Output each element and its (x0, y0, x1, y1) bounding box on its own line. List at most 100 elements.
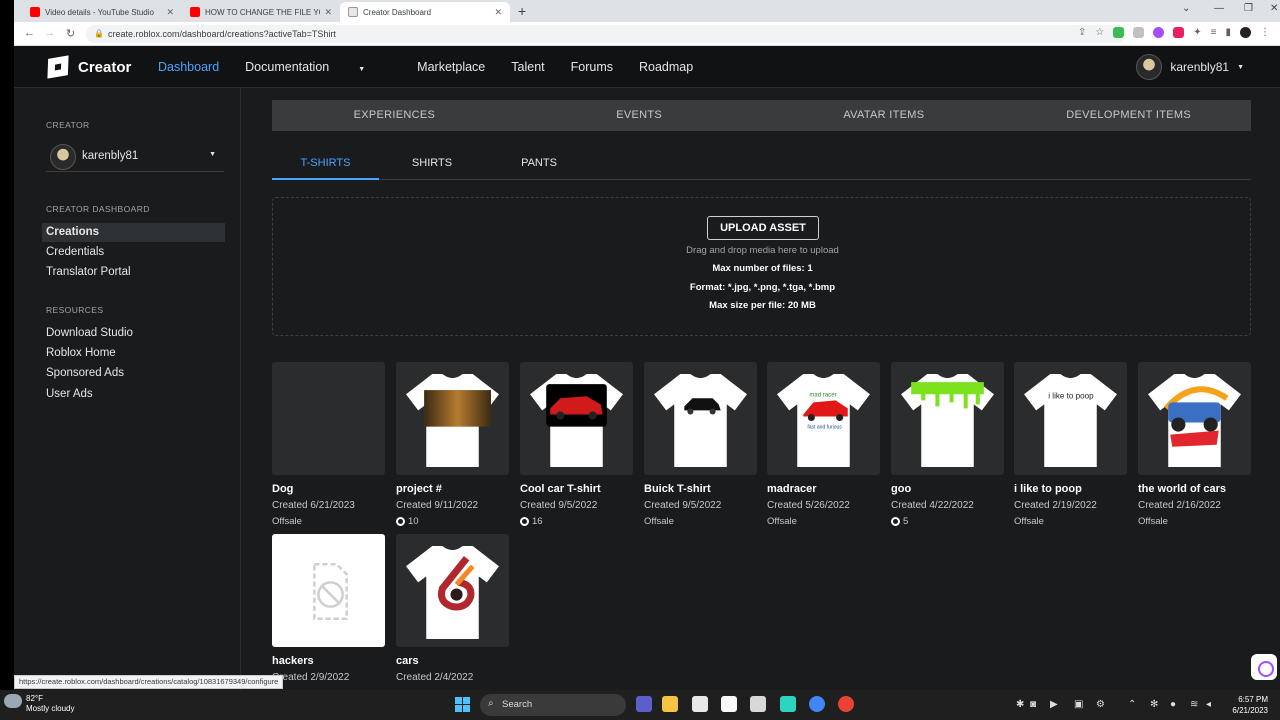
volume-icon[interactable]: ◂ (1206, 699, 1211, 710)
item-name[interactable]: hackers (272, 655, 385, 667)
item-thumbnail[interactable] (644, 362, 757, 475)
reading-list-icon[interactable]: ≡ (1211, 27, 1217, 38)
tab-search-icon[interactable]: ⌄ (1182, 3, 1190, 14)
sidebar-item-user-ads[interactable]: User Ads (42, 385, 225, 404)
camera-icon[interactable]: ◙ (1030, 699, 1036, 710)
sidebar-item-roblox-home[interactable]: Roblox Home (42, 344, 225, 363)
assistant-button[interactable] (1251, 654, 1277, 680)
app-icon[interactable] (692, 696, 708, 712)
tab-pants[interactable]: PANTS (494, 148, 584, 180)
creation-card-project[interactable]: project # Created 9/11/2022 10 (396, 362, 509, 527)
extension-icon[interactable] (1173, 27, 1185, 38)
chevron-up-icon[interactable]: ⌃ (1128, 699, 1136, 710)
back-arrow-icon[interactable]: ← (24, 27, 35, 39)
tab-events[interactable]: EVENTS (517, 100, 762, 131)
tab-t-shirts[interactable]: T-SHIRTS (272, 148, 379, 180)
app-icon[interactable] (780, 696, 796, 712)
weather-icon[interactable] (4, 694, 22, 708)
url-field[interactable]: 🔒 create.roblox.com/dashboard/creations?… (86, 25, 1126, 43)
item-thumbnail[interactable] (891, 362, 1004, 475)
reload-icon[interactable]: ↻ (66, 27, 75, 40)
item-name[interactable]: Buick T-shirt (644, 483, 757, 495)
browser-tab-youtube-studio[interactable]: Video details - YouTube Studio ✕ (22, 2, 182, 22)
taskbar-search[interactable]: ⌕ Search (480, 694, 626, 716)
creation-card-madracer[interactable]: mad racer fast and furious madracer Crea… (767, 362, 880, 527)
creation-card-hackers[interactable]: hackers Created 2/9/2022 (272, 534, 385, 683)
sidebar-item-download-studio[interactable]: Download Studio (42, 324, 225, 343)
item-thumbnail[interactable] (520, 362, 633, 475)
item-thumbnail[interactable] (1138, 362, 1251, 475)
tray-app-icon[interactable]: ✱ (1016, 699, 1024, 710)
nav-marketplace[interactable]: Marketplace (417, 60, 485, 74)
wifi-icon[interactable]: ≋ (1190, 699, 1198, 710)
sidebar-item-translator-portal[interactable]: Translator Portal (42, 263, 225, 282)
nav-talent[interactable]: Talent (511, 60, 544, 74)
item-name[interactable]: madracer (767, 483, 880, 495)
item-name[interactable]: the world of cars (1138, 483, 1251, 495)
tab-development-items[interactable]: DEVELOPMENT ITEMS (1006, 100, 1251, 131)
windows-start-icon[interactable] (455, 697, 470, 712)
profile-avatar[interactable] (1240, 27, 1251, 38)
sidebar-item-sponsored-ads[interactable]: Sponsored Ads (42, 364, 225, 383)
puzzle-icon[interactable]: ✦ (1193, 27, 1201, 38)
settings-icon[interactable]: ⚙ (1096, 699, 1105, 710)
weather-widget[interactable]: 82°F Mostly cloudy (26, 694, 74, 714)
close-window-button[interactable]: ✕ (1270, 3, 1278, 14)
forward-arrow-icon[interactable]: → (44, 27, 55, 39)
nav-forums[interactable]: Forums (571, 60, 613, 74)
sidebar-icon[interactable]: ▮ (1225, 27, 1231, 38)
browser-tab-how-to[interactable]: HOW TO CHANGE THE FILE YOU... ✕ (182, 2, 340, 22)
menu-icon[interactable]: ⋮ (1260, 27, 1270, 38)
video-icon[interactable]: ▶ (1050, 699, 1058, 710)
tab-experiences[interactable]: EXPERIENCES (272, 100, 517, 131)
item-thumbnail[interactable] (272, 534, 385, 647)
creator-selector[interactable]: karenbly81 ▼ (46, 142, 224, 172)
close-icon[interactable]: ✕ (324, 7, 332, 18)
item-thumbnail[interactable] (396, 534, 509, 647)
brand-name[interactable]: Creator (78, 59, 131, 76)
creation-card-cars[interactable]: cars Created 2/4/2022 (396, 534, 509, 683)
creation-card-cool-car[interactable]: Cool car T-shirt Created 9/5/2022 16 (520, 362, 633, 527)
roblox-logo-icon[interactable] (47, 55, 69, 79)
upload-asset-button[interactable]: UPLOAD ASSET (707, 216, 819, 240)
tab-avatar-items[interactable]: AVATAR ITEMS (762, 100, 1007, 131)
file-explorer-icon[interactable] (662, 696, 678, 712)
item-thumbnail[interactable]: i like to poop (1014, 362, 1127, 475)
close-icon[interactable]: ✕ (494, 7, 502, 18)
sidebar-item-creations[interactable]: Creations (42, 223, 225, 242)
share-icon[interactable]: ⇪ (1078, 27, 1086, 38)
nav-documentation[interactable]: Documentation ▼ (245, 60, 391, 74)
nav-roadmap[interactable]: Roadmap (639, 60, 693, 74)
lock-icon[interactable]: 🔒 (94, 29, 104, 38)
app-icon[interactable] (838, 696, 854, 712)
item-name[interactable]: i like to poop (1014, 483, 1127, 495)
teams-icon[interactable] (636, 696, 652, 712)
close-icon[interactable]: ✕ (166, 7, 174, 18)
item-name[interactable]: Cool car T-shirt (520, 483, 633, 495)
extension-icon[interactable] (1133, 27, 1145, 38)
nav-dashboard[interactable]: Dashboard (158, 60, 219, 74)
maximize-button[interactable]: ❐ (1244, 3, 1253, 14)
upload-dropzone[interactable]: UPLOAD ASSET Drag and drop media here to… (272, 197, 1251, 336)
item-name[interactable]: Dog (272, 483, 385, 495)
creation-card-world-of-cars[interactable]: the world of cars Created 2/16/2022 Offs… (1138, 362, 1251, 527)
new-tab-button[interactable]: + (518, 3, 526, 19)
minimize-button[interactable]: — (1214, 3, 1224, 14)
item-thumbnail[interactable] (272, 362, 385, 475)
item-name[interactable]: project # (396, 483, 509, 495)
item-thumbnail[interactable]: mad racer fast and furious (767, 362, 880, 475)
star-icon[interactable]: ☆ (1095, 27, 1104, 38)
item-name[interactable]: cars (396, 655, 509, 667)
sidebar-item-credentials[interactable]: Credentials (42, 243, 225, 262)
app-icon[interactable] (721, 696, 737, 712)
user-menu[interactable]: karenbly81 ▼ (1136, 54, 1244, 80)
bluetooth-icon[interactable]: ✻ (1150, 699, 1158, 710)
creation-card-dog[interactable]: Dog Created 6/21/2023 Offsale (272, 362, 385, 527)
extension-icon[interactable] (1153, 27, 1165, 38)
item-name[interactable]: goo (891, 483, 1004, 495)
tab-shirts[interactable]: SHIRTS (386, 148, 478, 180)
roblox-app-icon[interactable] (750, 696, 766, 712)
microphone-icon[interactable]: ● (1170, 699, 1176, 710)
item-thumbnail[interactable] (396, 362, 509, 475)
creation-card-i-like-to-poop[interactable]: i like to poop i like to poop Created 2/… (1014, 362, 1127, 527)
